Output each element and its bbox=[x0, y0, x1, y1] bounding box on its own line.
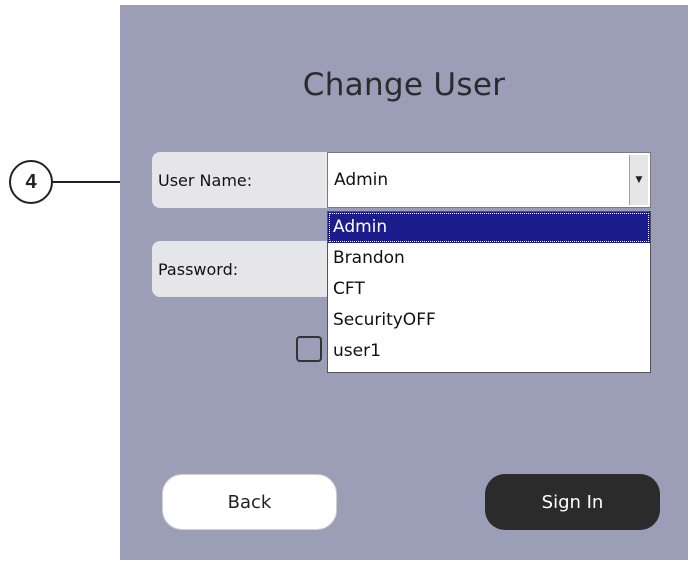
dropdown-arrow-icon[interactable]: ▼ bbox=[629, 155, 648, 205]
username-label: User Name: bbox=[152, 152, 327, 208]
remember-checkbox[interactable] bbox=[296, 336, 322, 362]
dropdown-option-brandon[interactable]: Brandon bbox=[328, 243, 650, 274]
username-selected-value: Admin bbox=[334, 170, 389, 190]
callout-marker: 4 bbox=[9, 160, 53, 204]
back-button[interactable]: Back bbox=[162, 474, 337, 530]
sign-in-button[interactable]: Sign In bbox=[485, 474, 660, 530]
password-label: Password: bbox=[152, 241, 327, 297]
dialog-title: Change User bbox=[302, 67, 506, 103]
dropdown-option-securityoff[interactable]: SecurityOFF bbox=[328, 305, 650, 336]
change-user-dialog: Change User User Name: Admin ▼ Password:… bbox=[120, 5, 688, 560]
dropdown-option-admin[interactable]: Admin bbox=[328, 212, 650, 243]
username-dropdown-list: Admin Brandon CFT SecurityOFF user1 bbox=[327, 211, 651, 373]
dropdown-option-user1[interactable]: user1 bbox=[328, 336, 650, 367]
dropdown-option-cft[interactable]: CFT bbox=[328, 274, 650, 305]
username-select[interactable]: Admin ▼ bbox=[327, 152, 651, 208]
